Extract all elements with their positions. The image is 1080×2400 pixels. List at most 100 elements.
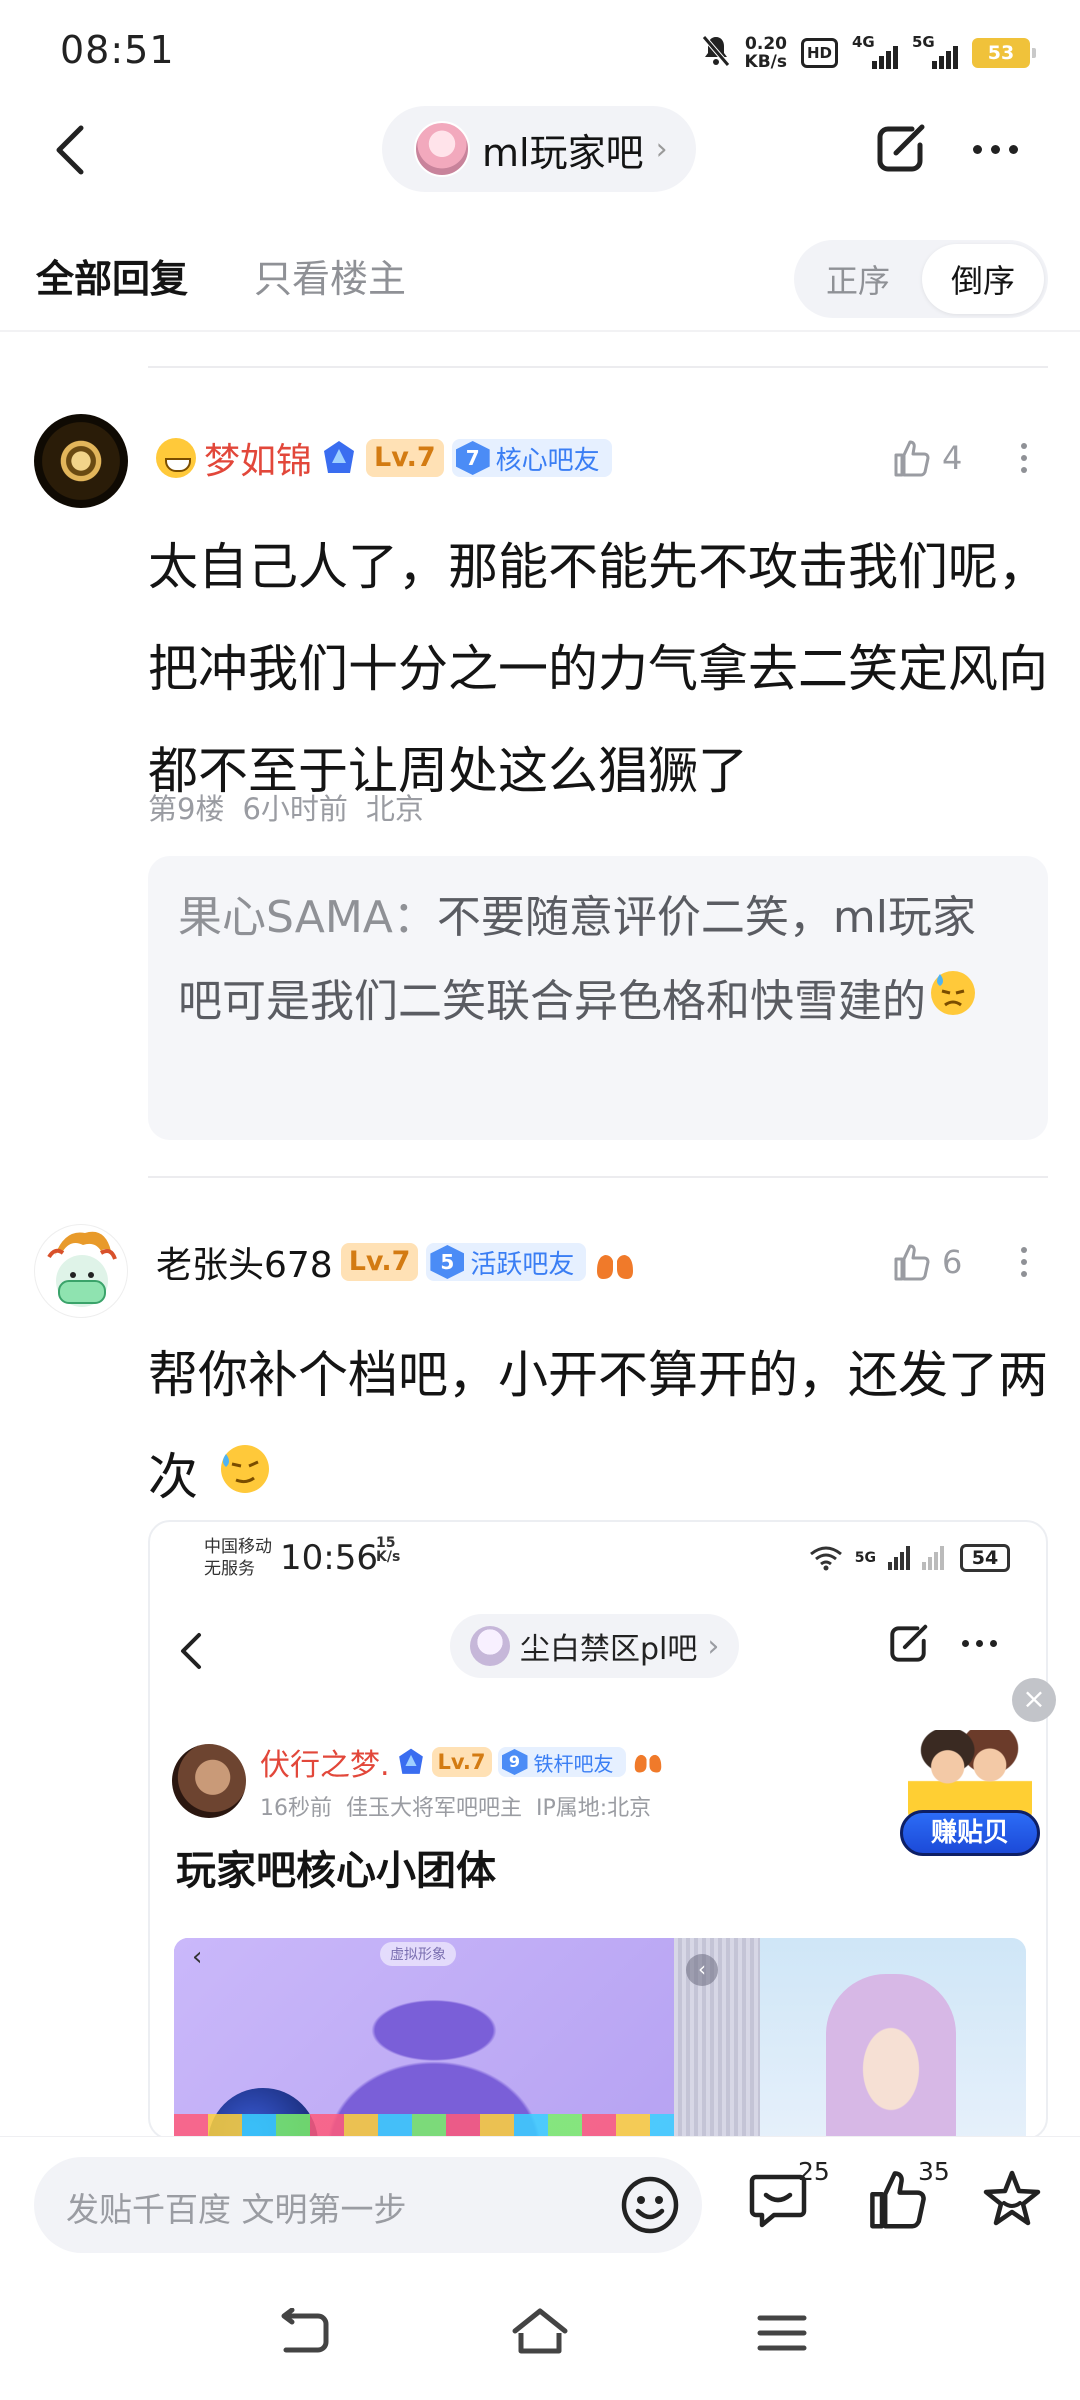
grin-emoji-icon <box>156 438 196 478</box>
comment-count: 25 <box>798 2157 830 2186</box>
star-icon <box>983 2170 1041 2226</box>
back-arrow-icon <box>56 125 84 175</box>
post-time: 6小时前 <box>242 792 348 826</box>
fan-title: 活跃吧友 <box>470 1249 575 1280</box>
forum-pill[interactable]: ml玩家吧 › <box>382 106 696 192</box>
net-speed-value: 0.20 <box>745 34 787 54</box>
post-text: 帮你补个档吧，小开不算开的，还发了两次 <box>148 1324 1048 1532</box>
level-badge: Lv.7 <box>366 439 444 477</box>
fan-title: 核心吧友 <box>495 445 600 476</box>
share-icon <box>877 124 925 172</box>
battery-icon: 53 <box>972 38 1036 68</box>
like-post-button[interactable]: 35 <box>866 2157 950 2247</box>
wifi-icon <box>809 1546 842 1571</box>
embedded-status-bar: 中国移动 无服务 10:56 15 K/s 5G 54 <box>150 1522 1046 1592</box>
lungs-icon <box>594 1243 636 1281</box>
fan-level: 7 <box>455 441 490 475</box>
smiley-icon <box>621 2176 679 2234</box>
nav-home-button[interactable] <box>500 2298 580 2368</box>
embedded-fan-badge: 9 铁杆吧友 <box>497 1747 626 1777</box>
chevron-right-icon: › <box>655 131 668 167</box>
embedded-image-right <box>760 1938 1026 2138</box>
embedded-battery-icon: 54 <box>960 1544 1010 1572</box>
forum-name: ml玩家吧 <box>482 130 644 175</box>
post-more-button[interactable] <box>1012 432 1036 484</box>
back-button[interactable] <box>40 118 100 182</box>
comment-button[interactable]: 25 <box>746 2157 830 2247</box>
like-button[interactable]: 4 <box>892 432 962 484</box>
username[interactable]: 梦如锦 <box>204 432 312 484</box>
thumbs-up-icon <box>894 440 930 477</box>
earn-label: 赚贴贝 <box>900 1810 1040 1856</box>
embedded-back-icon <box>180 1632 202 1674</box>
tab-all-replies[interactable]: 全部回复 <box>36 248 188 303</box>
embedded-speed: 15 K/s <box>376 1536 400 1564</box>
tab-only-op[interactable]: 只看楼主 <box>254 248 406 303</box>
embedded-carrier: 中国移动 无服务 <box>204 1536 272 1580</box>
more-button[interactable] <box>960 114 1030 184</box>
like-count: 35 <box>918 2157 950 2186</box>
order-desc-button[interactable]: 倒序 <box>922 244 1044 314</box>
tabs-divider <box>0 330 1080 332</box>
status-bar: 08:51 0.20 KB/s HD 4G 5G 53 <box>0 0 1080 100</box>
mute-bell-icon <box>701 34 731 72</box>
nav-back-button[interactable] <box>262 2298 342 2368</box>
divider <box>148 1176 1048 1178</box>
embedded-forum-name: 尘白禁区pl吧 <box>520 1632 698 1667</box>
order-asc-button[interactable]: 正序 <box>794 240 922 318</box>
embedded-post-time: 16秒前 <box>260 1796 332 1821</box>
embedded-post-meta: 16秒前 佳玉大将军吧吧主 IP属地:北京 <box>260 1790 665 1822</box>
embedded-speed-value: 15 <box>376 1535 396 1551</box>
emoji-button[interactable] <box>618 2173 682 2237</box>
fan-badge: 7 核心吧友 <box>451 439 612 477</box>
embedded-role: 佳玉大将军吧吧主 <box>346 1796 523 1821</box>
quoted-reply[interactable]: 果心SAMA：不要随意评价二笑，ml玩家吧可是我们二笑联合异色格和快雪建的 <box>148 856 1048 1140</box>
embedded-forum-pill: 尘白禁区pl吧 › <box>450 1614 740 1678</box>
post-text-content: 帮你补个档吧，小开不算开的，还发了两次 <box>148 1346 1048 1506</box>
embedded-speed-unit: K/s <box>376 1549 401 1565</box>
post-user-line: 老张头678 Lv.7 5 活跃吧友 <box>156 1236 636 1288</box>
nav-menu-button[interactable] <box>742 2298 822 2368</box>
like-button[interactable]: 6 <box>892 1236 962 1288</box>
like-count: 6 <box>942 1243 963 1281</box>
fan-level: 5 <box>430 1245 465 1279</box>
post-meta: 第9楼 6小时前 北京 <box>148 786 442 828</box>
post-more-button[interactable] <box>1012 1236 1036 1288</box>
more-icon <box>972 144 982 154</box>
status-time: 08:51 <box>60 28 175 72</box>
avatar[interactable] <box>34 414 128 508</box>
menu-icon <box>757 2315 807 2351</box>
username[interactable]: 老张头678 <box>156 1236 333 1288</box>
net-speed-unit: KB/s <box>744 52 787 72</box>
forum-avatar <box>414 121 470 177</box>
close-promo-button[interactable]: × <box>1012 1678 1056 1722</box>
reply-input[interactable]: 发贴千百度 文明第一步 <box>34 2157 702 2253</box>
embedded-image-prev-icon: ‹ <box>686 1954 718 1986</box>
reply-placeholder: 发贴千百度 文明第一步 <box>66 2190 407 2229</box>
status-icons: 0.20 KB/s HD 4G 5G 53 <box>701 30 1036 76</box>
embedded-user-line: 伏行之梦. Lv.7 9 铁杆吧友 <box>260 1740 664 1784</box>
embedded-forum-avatar <box>470 1626 510 1666</box>
embedded-fan-level: 9 <box>501 1749 528 1775</box>
nav-back-icon <box>281 2308 329 2353</box>
more-vertical-icon <box>1021 1247 1027 1253</box>
earn-promo-button[interactable]: 赚贴贝 <box>890 1730 1050 1860</box>
signal-4g-icon: 4G <box>852 33 898 69</box>
embedded-image-character <box>826 1974 956 2138</box>
smug-emoji-icon <box>214 1430 276 1532</box>
thumbs-up-icon <box>894 1244 930 1281</box>
signal-5g-icon: 5G <box>854 1550 876 1566</box>
level-badge: Lv.7 <box>340 1243 419 1281</box>
post-floor: 第9楼 <box>148 792 225 826</box>
carrier-line-2: 无服务 <box>204 1559 255 1579</box>
vip-crown-icon <box>396 1747 426 1777</box>
sweat-emoji-icon <box>926 962 980 1046</box>
share-button[interactable] <box>868 114 932 184</box>
post-text: 太自己人了，那能不能先不攻击我们呢，把冲我们十分之一的力气拿去二笑定风向都不至于… <box>148 538 1048 800</box>
post-user-line: 梦如锦 Lv.7 7 核心吧友 <box>156 432 612 484</box>
avatar[interactable] <box>34 1224 128 1318</box>
divider <box>148 366 1048 368</box>
favorite-button[interactable] <box>980 2167 1060 2247</box>
quote-author[interactable]: 果心SAMA： <box>178 892 437 943</box>
bottom-action-bar: 发贴千百度 文明第一步 25 35 <box>0 2136 1080 2272</box>
